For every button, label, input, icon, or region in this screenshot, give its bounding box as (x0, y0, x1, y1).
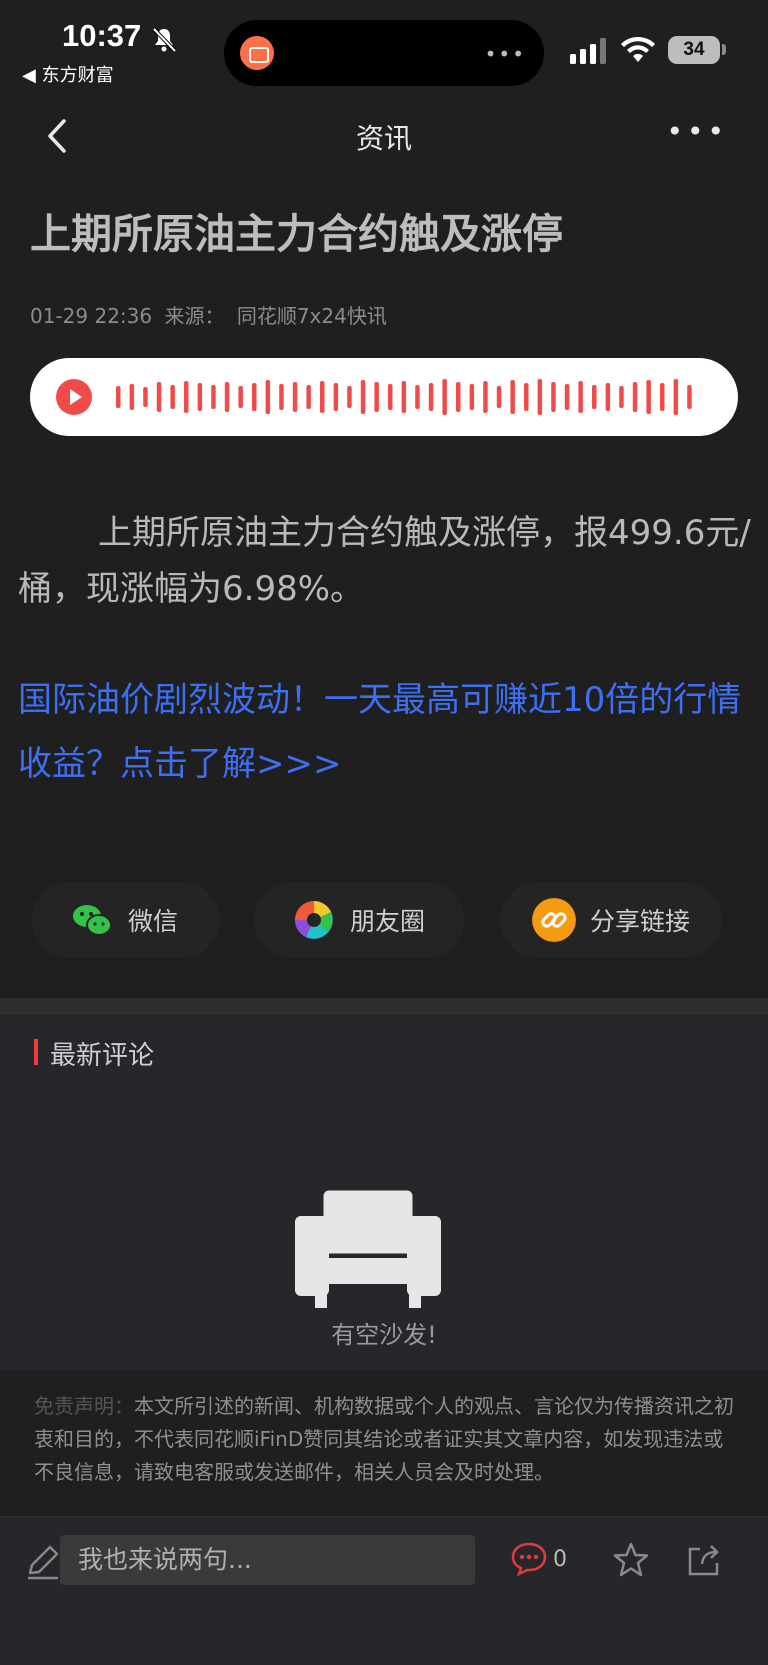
empty-comments-text: 有空沙发! (331, 1321, 437, 1349)
waveform-bar (496, 386, 502, 408)
waveform-bar (646, 380, 651, 414)
waveform-bar (360, 380, 366, 414)
waveform-bar (415, 385, 420, 409)
waveform-bar (592, 385, 597, 409)
island-dots: ••• (484, 42, 526, 66)
waveform-bar (184, 381, 189, 413)
battery-tip (722, 44, 726, 55)
waveform-bar (116, 386, 121, 408)
waveform-bar (211, 385, 216, 409)
waveform-bar (537, 379, 543, 415)
section-marker (34, 1039, 38, 1065)
bell-muted-icon (152, 27, 177, 53)
waveform-bar (605, 383, 611, 411)
comment-count: 0 (553, 1547, 567, 1572)
waveform-bar (551, 382, 556, 412)
back-to-app-link[interactable]: ◀ 东方财富 (22, 61, 114, 87)
wifi-icon (621, 36, 655, 62)
disclaimer-text: 本文所引述的新闻、机构数据或个人的观点、言论仅为传播资讯之初衷和目的，不代表同花… (34, 1394, 734, 1484)
waveform-bar (673, 379, 679, 415)
link-icon (532, 898, 576, 942)
share-moments-button[interactable]: 朋友圈 (254, 882, 464, 958)
section-divider (0, 998, 768, 1015)
waveform-bar (238, 386, 243, 408)
share-icon[interactable] (686, 1543, 722, 1577)
share-wechat-button[interactable]: 微信 (32, 882, 220, 958)
article-date: 01-29 22:36 (30, 304, 153, 328)
waveform-bar (401, 381, 407, 413)
waveform-bar (483, 381, 488, 413)
article-meta: 01-29 22:36 来源： 同花顺7x24快讯 (30, 300, 393, 329)
signal-icon (570, 38, 606, 64)
share-wechat-label: 微信 (128, 907, 179, 936)
waveform-bar (660, 383, 665, 411)
article-source: 同花顺7x24快讯 (236, 304, 387, 328)
waveform-bar (578, 381, 583, 413)
waveform-bar (510, 380, 515, 414)
status-bar: 10:37 ◀ 东方财富 ••• 34 (0, 0, 768, 95)
pen-icon (28, 1545, 59, 1580)
waveform-bar (564, 384, 570, 410)
disclaimer: 免责声明：本文所引述的新闻、机构数据或个人的观点、言论仅为传播资讯之初衷和目的，… (0, 1370, 768, 1515)
waveform-bar (456, 382, 461, 412)
waveform-bar (687, 385, 692, 409)
waveform-bar (143, 387, 148, 407)
waveform-bar (265, 380, 271, 414)
more-icon[interactable]: ••• (666, 115, 728, 148)
waveform-bar (619, 386, 624, 408)
audio-player[interactable] (30, 358, 738, 436)
nav-bar: 资讯 ••• (0, 95, 768, 175)
status-time: 10:37 (62, 18, 142, 53)
share-row: 微信 朋友圈 分享链接 (0, 882, 768, 962)
waveform-bar (347, 386, 352, 408)
waveform-bar (388, 384, 393, 410)
star-icon[interactable] (612, 1541, 650, 1579)
waveform-bar (320, 381, 325, 413)
share-link-label: 分享链接 (590, 907, 691, 936)
waveform-bar (469, 384, 475, 410)
mail-app-icon (240, 36, 274, 70)
waveform-bar (129, 384, 135, 410)
disclaimer-label: 免责声明： (34, 1394, 134, 1418)
comment-icon[interactable] (510, 1541, 548, 1577)
article-body: 上期所原油主力合约触及涨停，报499.6元/桶，现涨幅为6.98%。 (18, 513, 751, 609)
waveform-bar (170, 385, 175, 409)
audio-waveform (116, 379, 692, 415)
waveform-bar (306, 385, 311, 409)
waveform-bar (428, 383, 434, 411)
share-link-button[interactable]: 分享链接 (500, 882, 722, 958)
waveform-bar (333, 383, 339, 411)
waveform-bar (279, 384, 284, 410)
waveform-bar (442, 379, 447, 415)
comments-title: 最新评论 (50, 1041, 155, 1071)
wechat-icon (73, 905, 112, 936)
waveform-bar (374, 382, 379, 412)
waveform-bar (197, 383, 203, 411)
play-icon[interactable] (56, 379, 92, 415)
article-headline: 上期所原油主力合约触及涨停 (30, 210, 563, 258)
bottom-bar: 我也来说两句... 0 (0, 1516, 768, 1665)
comment-input[interactable]: 我也来说两句... (60, 1535, 475, 1585)
waveform-bar (292, 382, 298, 412)
waveform-bar (224, 382, 230, 412)
comments-section: 最新评论 有空沙发! (0, 1015, 768, 1370)
waveform-bar (156, 382, 162, 412)
share-moments-label: 朋友圈 (350, 907, 426, 936)
page-title: 资讯 (355, 122, 412, 155)
waveform-bar (252, 383, 257, 411)
source-label: 来源： (164, 304, 225, 328)
battery-icon: 34 (668, 36, 720, 64)
promo-link[interactable]: 国际油价剧烈波动！一天最高可赚近10倍的行情收益？点击了解>>> (18, 668, 758, 796)
waveform-bar (632, 382, 638, 412)
waveform-bar (524, 383, 529, 411)
moments-icon (295, 901, 333, 939)
sofa-icon (295, 1185, 441, 1308)
dynamic-island[interactable]: ••• (224, 20, 544, 86)
